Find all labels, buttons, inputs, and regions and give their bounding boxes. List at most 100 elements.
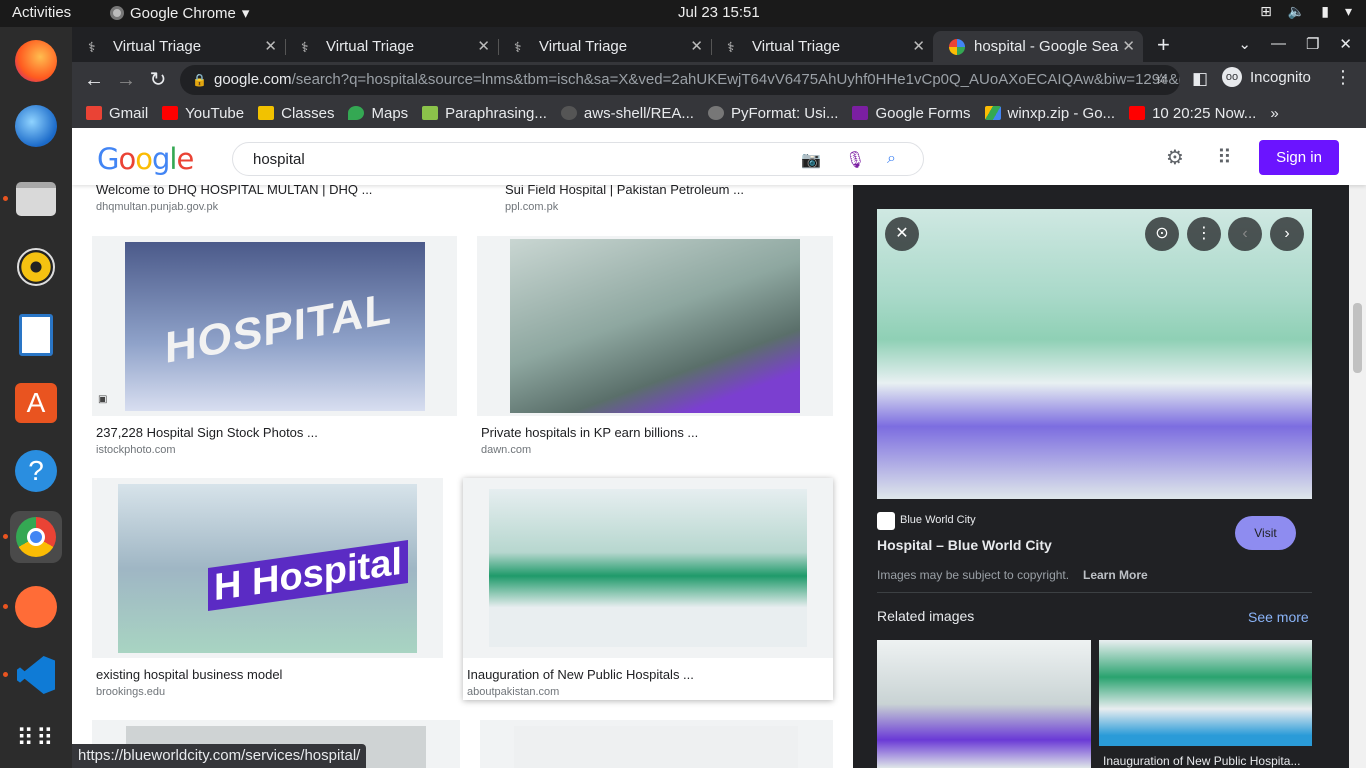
- status-url-bubble: https://blueworldcity.com/services/hospi…: [72, 744, 367, 768]
- dock-writer[interactable]: [10, 309, 62, 361]
- dock-chrome[interactable]: [3, 511, 62, 563]
- result-partial-2[interactable]: [480, 720, 833, 768]
- bookmark-gmail[interactable]: Gmail: [86, 105, 148, 122]
- more-options-icon[interactable]: ⋮: [1187, 217, 1221, 251]
- preview-title[interactable]: Hospital – Blue World City: [877, 537, 1052, 553]
- dock-vscode[interactable]: [3, 649, 62, 701]
- dock-postman[interactable]: [3, 581, 62, 633]
- thumbnail-frame: HOSPITAL ▣: [92, 236, 457, 416]
- result-source[interactable]: aboutpakistan.com: [467, 686, 559, 698]
- menu-icon[interactable]: ⋮: [1334, 67, 1352, 88]
- tab-virtual-triage-4[interactable]: ⚕ Virtual Triage ✕: [711, 31, 933, 62]
- activities-button[interactable]: Activities: [12, 4, 71, 21]
- address-bar[interactable]: 🔒 google.com/search?q=hospital&source=ln…: [180, 65, 1180, 95]
- close-icon[interactable]: ✕: [264, 37, 277, 55]
- back-button[interactable]: ←: [82, 68, 106, 92]
- forward-button[interactable]: →: [114, 68, 138, 92]
- next-icon[interactable]: ›: [1270, 217, 1304, 251]
- gear-icon[interactable]: ⚙: [1166, 145, 1184, 170]
- bookmark-aws-shell[interactable]: aws-shell/REA...: [560, 105, 694, 122]
- github-icon: [560, 106, 577, 120]
- dock-software[interactable]: A: [10, 377, 62, 429]
- apps-grid-icon[interactable]: ⠿: [1217, 145, 1232, 170]
- tab-google-search[interactable]: hospital - Google Sear ✕: [933, 31, 1143, 62]
- result-dawn[interactable]: Private hospitals in KP earn billions ..…: [477, 236, 833, 456]
- reload-button[interactable]: ↻: [146, 68, 170, 92]
- window-controls: ⌄ — ❐ ✕: [1238, 35, 1352, 53]
- related-caption[interactable]: Inauguration of New Public Hospita...: [1103, 754, 1300, 768]
- dock-rhythmbox[interactable]: [10, 241, 62, 293]
- result-source[interactable]: brookings.edu: [96, 686, 165, 698]
- dock-thunderbird[interactable]: [10, 100, 62, 152]
- result-title[interactable]: Private hospitals in KP earn billions ..…: [481, 425, 698, 440]
- incognito-profile[interactable]: oo Incognito: [1222, 67, 1311, 87]
- related-image-2[interactable]: [1099, 640, 1312, 746]
- site-name[interactable]: Blue World City: [900, 514, 976, 526]
- see-more-link[interactable]: See more: [1248, 609, 1309, 625]
- result-title[interactable]: Inauguration of New Public Hospitals ...: [467, 667, 694, 682]
- dock-files[interactable]: [3, 173, 62, 225]
- close-window-button[interactable]: ✕: [1339, 35, 1352, 53]
- bookmark-paraphrasing[interactable]: Paraphrasing...: [422, 105, 547, 122]
- dock-help[interactable]: ?: [10, 445, 62, 497]
- learn-more-link[interactable]: Learn More: [1083, 568, 1148, 582]
- visit-button[interactable]: Visit: [1235, 516, 1296, 550]
- result-source[interactable]: dawn.com: [481, 444, 531, 456]
- youtube-icon: [162, 106, 179, 120]
- minimize-button[interactable]: —: [1271, 35, 1286, 53]
- result-brookings[interactable]: H Hospital existing hospital business mo…: [92, 478, 443, 700]
- more-bookmarks-icon[interactable]: »: [1270, 105, 1278, 122]
- clock[interactable]: Jul 23 15:51: [678, 4, 760, 21]
- new-tab-button[interactable]: +: [1157, 32, 1170, 58]
- globe-icon: [707, 106, 724, 120]
- lock-icon[interactable]: 🔒: [192, 65, 207, 95]
- related-image-1[interactable]: [877, 640, 1091, 768]
- result-aboutpakistan-selected[interactable]: Inauguration of New Public Hospitals ...…: [463, 478, 833, 700]
- result-title[interactable]: existing hospital business model: [96, 667, 282, 682]
- tab-virtual-triage-1[interactable]: ⚕ Virtual Triage ✕: [72, 31, 286, 62]
- camera-icon[interactable]: 📷: [801, 150, 821, 170]
- search-box[interactable]: 📷 🎙 ⌕: [232, 142, 924, 176]
- close-icon[interactable]: ✕: [885, 217, 919, 251]
- result-source[interactable]: dhqmultan.punjab.gov.pk: [96, 201, 218, 213]
- result-title[interactable]: 237,228 Hospital Sign Stock Photos ...: [96, 425, 318, 440]
- sign-in-button[interactable]: Sign in: [1259, 140, 1339, 175]
- google-logo[interactable]: Google: [97, 142, 194, 176]
- result-source[interactable]: ppl.com.pk: [505, 201, 558, 213]
- battery-icon: ▮: [1321, 3, 1329, 19]
- bookmark-classes[interactable]: Classes: [258, 105, 334, 122]
- dock-show-apps[interactable]: ⠿⠿: [10, 713, 62, 765]
- app-menu[interactable]: Google Chrome ▾: [110, 4, 249, 22]
- close-icon[interactable]: ✕: [690, 37, 703, 55]
- bookmark-youtube-2[interactable]: 10 20:25 Now...: [1129, 105, 1256, 122]
- preview-image[interactable]: [877, 209, 1312, 499]
- bookmark-pyformat[interactable]: PyFormat: Usi...: [707, 105, 838, 122]
- google-favicon-icon: [949, 38, 965, 55]
- result-istock[interactable]: HOSPITAL ▣ 237,228 Hospital Sign Stock P…: [92, 236, 457, 456]
- dock-firefox[interactable]: [10, 35, 62, 87]
- page-scrollbar[interactable]: [1349, 185, 1366, 768]
- microphone-icon[interactable]: 🎙: [845, 150, 865, 170]
- tab-virtual-triage-3[interactable]: ⚕ Virtual Triage ✕: [498, 31, 712, 62]
- bookmark-winxp[interactable]: winxp.zip - Go...: [984, 105, 1115, 122]
- scrollbar-thumb[interactable]: [1353, 303, 1362, 373]
- bookmark-star-icon[interactable]: ☆: [1155, 65, 1168, 95]
- system-tray[interactable]: ⊞ 🔈 ▮ ▾: [1260, 3, 1352, 20]
- bookmark-google-forms[interactable]: Google Forms: [852, 105, 971, 122]
- close-icon[interactable]: ✕: [477, 37, 490, 55]
- close-icon[interactable]: ✕: [1122, 37, 1135, 55]
- postman-icon: [15, 586, 57, 628]
- tab-search-icon[interactable]: ⌄: [1238, 35, 1251, 53]
- hospital-building-image: H Hospital: [118, 484, 417, 653]
- tab-virtual-triage-2[interactable]: ⚕ Virtual Triage ✕: [285, 31, 499, 62]
- lens-icon[interactable]: ⊙: [1145, 217, 1179, 251]
- bookmark-maps[interactable]: Maps: [348, 105, 408, 122]
- close-icon[interactable]: ✕: [912, 37, 925, 55]
- previous-icon[interactable]: ‹: [1228, 217, 1262, 251]
- search-input[interactable]: [253, 149, 773, 169]
- side-panel-icon[interactable]: ◧: [1192, 69, 1208, 89]
- result-source[interactable]: istockphoto.com: [96, 444, 175, 456]
- maximize-button[interactable]: ❐: [1306, 35, 1319, 53]
- search-icon[interactable]: ⌕: [887, 150, 896, 168]
- bookmark-youtube[interactable]: YouTube: [162, 105, 244, 122]
